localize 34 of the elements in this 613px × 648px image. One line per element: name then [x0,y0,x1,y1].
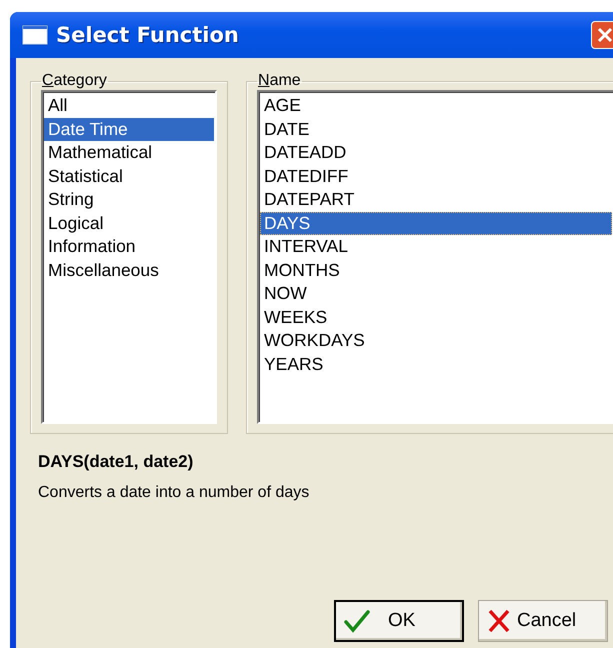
list-item[interactable]: Statistical [44,164,214,188]
list-item[interactable]: AGE [260,94,612,118]
cancel-button[interactable]: Cancel [478,600,608,642]
name-list[interactable]: AGE DATE DATEADD DATEDIFF DATEPART DAYS INTERVAL MONTHS NOW WEEKS WORKDAYS YEARS [257,90,613,424]
list-item[interactable]: WORKDAYS [260,329,612,352]
list-item[interactable]: Information [44,235,214,258]
group-label: Name [257,72,302,90]
list-item[interactable]: YEARS [260,352,612,376]
list-item[interactable]: DATEDIFF [260,164,612,188]
close-button[interactable] [591,21,613,49]
list-item[interactable]: All [44,94,214,118]
window-title: Select Function [56,23,239,47]
cross-icon [487,609,511,633]
list-item[interactable]: DATEPART [260,188,612,212]
list-item[interactable]: DATE [260,118,612,141]
function-description: Converts a date into a number of days [37,484,310,502]
check-icon [344,609,370,633]
list-item[interactable]: Miscellaneous [44,258,214,282]
group-label: Category [41,72,108,90]
list-item[interactable]: INTERVAL [260,235,612,258]
list-item[interactable]: DATEADD [260,141,612,164]
window-icon [22,25,48,45]
list-item[interactable]: Date Time [44,118,214,141]
function-signature: DAYS(date1, date2) [37,452,194,472]
list-item[interactable]: Mathematical [44,141,214,164]
close-icon [596,26,613,44]
ok-button[interactable]: OK [334,600,464,642]
category-list[interactable]: All Date Time Mathematical Statistical String Logical Information Miscellaneous [41,90,217,424]
list-item[interactable]: DAYS [260,212,612,235]
list-item[interactable]: MONTHS [260,258,612,282]
list-item[interactable]: WEEKS [260,306,612,329]
list-item[interactable]: String [44,188,214,212]
list-item[interactable]: Logical [44,212,214,235]
list-item[interactable]: NOW [260,282,612,306]
